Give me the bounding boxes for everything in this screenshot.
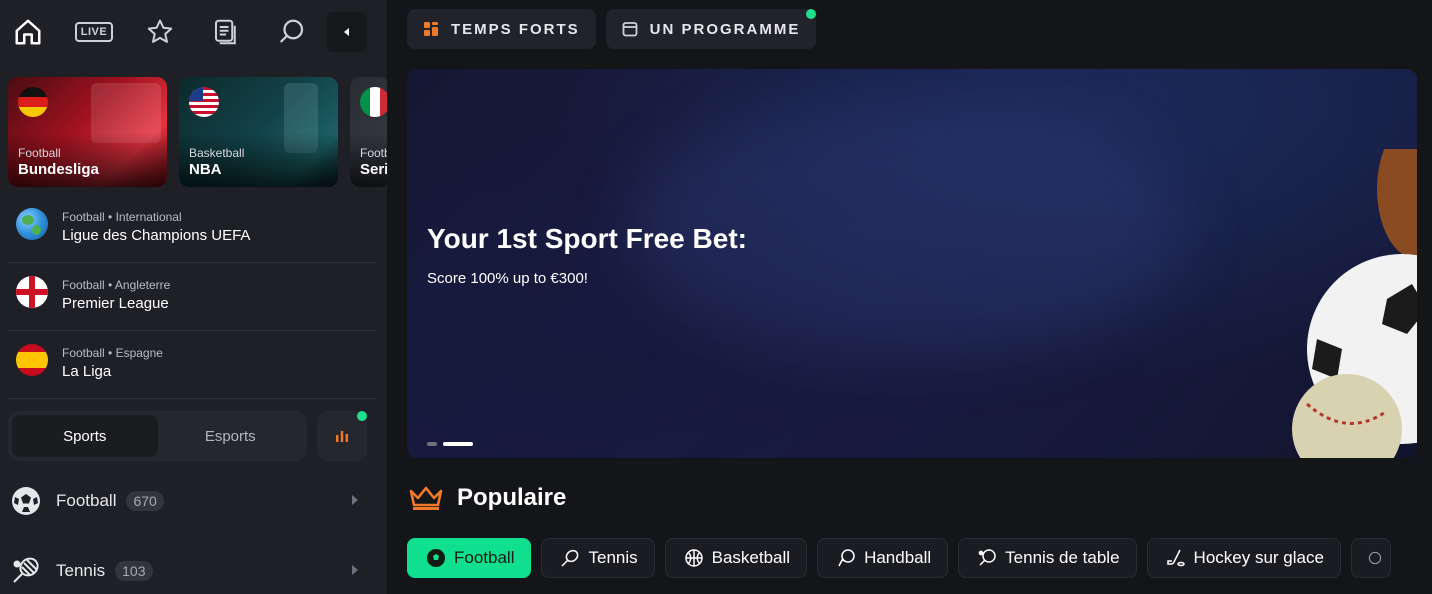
bar-chart-icon — [336, 431, 348, 442]
league-sport: Football — [62, 278, 105, 292]
featured-leagues-carousel: Football Bundesliga Basketball NBA Footb… — [8, 77, 387, 187]
england-flag-icon — [16, 276, 48, 308]
favorites-button[interactable] — [140, 12, 180, 52]
sport-item-tennis[interactable]: Tennis 103 — [8, 551, 360, 591]
sport-count: 103 — [115, 561, 153, 581]
home-button[interactable] — [8, 12, 48, 52]
chip-football[interactable]: Football — [407, 538, 532, 578]
carousel-indicator — [427, 442, 473, 446]
chip-handball[interactable]: Handball — [817, 538, 949, 578]
league-name: Premier League — [62, 295, 169, 312]
carousel-dot-active[interactable] — [443, 442, 473, 446]
chip-basketball[interactable]: Basketball — [664, 538, 808, 578]
popular-heading: Populaire — [409, 484, 566, 512]
chip-hockey-sur-glace[interactable]: Hockey sur glace — [1146, 538, 1341, 578]
search-button[interactable] — [272, 12, 312, 52]
star-icon — [147, 19, 173, 43]
crown-icon — [409, 486, 443, 510]
banner-subtitle: Score 100% up to €300! — [427, 270, 588, 287]
caret-right-icon — [352, 495, 358, 505]
notification-dot — [357, 411, 367, 421]
card-sport: Basketball — [189, 146, 245, 160]
league-item-premier-league[interactable]: Football • Angleterre Premier League — [8, 263, 376, 331]
tab-label: TEMPS FORTS — [451, 20, 580, 38]
featured-card-bundesliga[interactable]: Football Bundesliga — [8, 77, 167, 187]
chip-label: Tennis de table — [1005, 548, 1120, 567]
stats-button[interactable] — [317, 411, 367, 461]
caret-right-icon — [352, 565, 358, 575]
notification-dot — [806, 9, 817, 19]
chip-more[interactable] — [1350, 538, 1391, 578]
usa-flag-icon — [189, 87, 219, 117]
sports-balls-art — [1292, 149, 1417, 458]
live-icon: LIVE — [74, 22, 114, 42]
featured-card-nba[interactable]: Basketball NBA — [179, 77, 338, 187]
chip-tennis[interactable]: Tennis — [541, 538, 655, 578]
betslip-button[interactable] — [206, 12, 246, 52]
chip-tennis-de-table[interactable]: Tennis de table — [958, 538, 1137, 578]
league-sport: Football — [62, 346, 105, 360]
league-name: Ligue des Champions UEFA — [62, 227, 251, 244]
football-icon — [8, 483, 44, 519]
league-item-champions-league[interactable]: Football • International Ligue des Champ… — [8, 195, 376, 263]
globe-icon — [16, 208, 48, 240]
tab-label: UN PROGRAMME — [649, 20, 801, 38]
handball-icon — [838, 549, 855, 567]
toggle-esports[interactable]: Esports — [158, 415, 304, 457]
toggle-sports[interactable]: Sports — [12, 415, 158, 457]
popular-sports-chips: Football Tennis Basketball Handball Tenn… — [407, 538, 1391, 578]
home-icon — [15, 19, 41, 45]
card-sport: Football — [18, 146, 61, 160]
card-league: Bundesliga — [18, 161, 99, 178]
card-league: Serie — [360, 161, 387, 178]
sidebar: LIVE Football Bundesliga Basketball NBA … — [0, 0, 387, 594]
banner-title: Your 1st Sport Free Bet: — [427, 223, 747, 254]
league-region: International — [115, 210, 182, 224]
chip-label: Tennis — [588, 548, 638, 567]
hockey-stick-icon — [1166, 549, 1185, 567]
promo-banner[interactable]: Your 1st Sport Free Bet: Score 100% up t… — [407, 69, 1417, 458]
italy-flag-icon — [360, 87, 387, 117]
sport-label: Football — [56, 491, 117, 510]
live-button[interactable]: LIVE — [74, 12, 114, 52]
chip-label: Hockey sur glace — [1193, 548, 1324, 567]
tennis-racket-icon — [561, 549, 579, 567]
football-icon — [427, 549, 445, 567]
card-sport: Footb — [360, 146, 387, 160]
main-content: TEMPS FORTS UN PROGRAMME Your 1st Sport … — [387, 0, 1432, 594]
league-name: La Liga — [62, 363, 112, 380]
tennis-racket-icon — [8, 553, 44, 589]
table-tennis-icon — [978, 549, 996, 566]
carousel-dot[interactable] — [427, 442, 437, 446]
league-item-la-liga[interactable]: Football • Espagne La Liga — [8, 331, 376, 399]
card-league: NBA — [189, 161, 222, 178]
highlights-icon — [424, 22, 438, 36]
sport-count: 670 — [126, 491, 164, 511]
sport-label: Tennis — [56, 561, 106, 580]
sport-icon — [1368, 551, 1382, 565]
chip-label: Basketball — [711, 548, 791, 567]
basketball-icon — [684, 549, 703, 567]
search-icon — [279, 19, 304, 43]
top-leagues-list: Football • International Ligue des Champ… — [8, 195, 376, 399]
collapse-sidebar-button[interactable] — [327, 12, 367, 52]
germany-flag-icon — [18, 87, 48, 117]
tab-temps-forts[interactable]: TEMPS FORTS — [407, 9, 596, 49]
sport-item-football[interactable]: Football 670 — [8, 481, 360, 521]
chip-label: Football — [454, 548, 515, 567]
chip-label: Handball — [864, 548, 932, 567]
main-tabs: TEMPS FORTS UN PROGRAMME — [407, 9, 817, 49]
spain-flag-icon — [16, 344, 48, 376]
sidebar-top-nav: LIVE — [8, 12, 367, 52]
sports-esports-toggle: Sports Esports — [8, 411, 307, 461]
document-icon — [215, 19, 236, 45]
featured-card-serie-a[interactable]: Footb Serie — [350, 77, 387, 187]
league-region: Espagne — [115, 346, 163, 360]
caret-left-icon — [344, 28, 349, 36]
tab-un-programme[interactable]: UN PROGRAMME — [605, 9, 817, 49]
league-region: Angleterre — [114, 278, 171, 292]
calendar-icon — [622, 22, 638, 37]
league-sport: Football — [62, 210, 105, 224]
popular-title: Populaire — [457, 484, 567, 511]
